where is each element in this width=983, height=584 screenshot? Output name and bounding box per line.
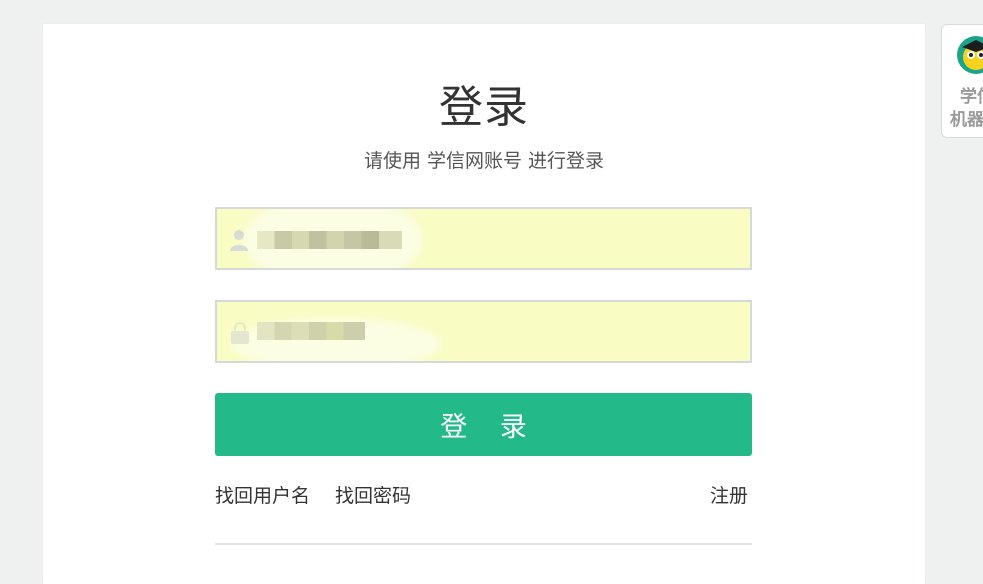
page-title: 登录 [439, 82, 529, 133]
redacted-text [257, 231, 402, 249]
find-password-link[interactable]: 找回密码 [335, 483, 411, 509]
redacted-text [257, 322, 365, 340]
robot-avatar-icon [957, 36, 983, 74]
login-button[interactable]: 登 录 [215, 393, 752, 456]
lock-icon [231, 322, 249, 344]
register-link[interactable]: 注册 [710, 483, 748, 509]
robot-widget[interactable]: 学信 机器人 [941, 24, 983, 138]
robot-label: 学信 [960, 87, 983, 107]
find-username-link[interactable]: 找回用户名 [215, 483, 310, 509]
login-subtitle: 请使用 学信网账号 进行登录 [363, 150, 605, 172]
password-field[interactable] [215, 300, 752, 363]
user-icon [230, 230, 248, 251]
divider [215, 543, 752, 545]
username-field[interactable] [215, 207, 752, 270]
robot-label: 机器人 [950, 110, 983, 130]
